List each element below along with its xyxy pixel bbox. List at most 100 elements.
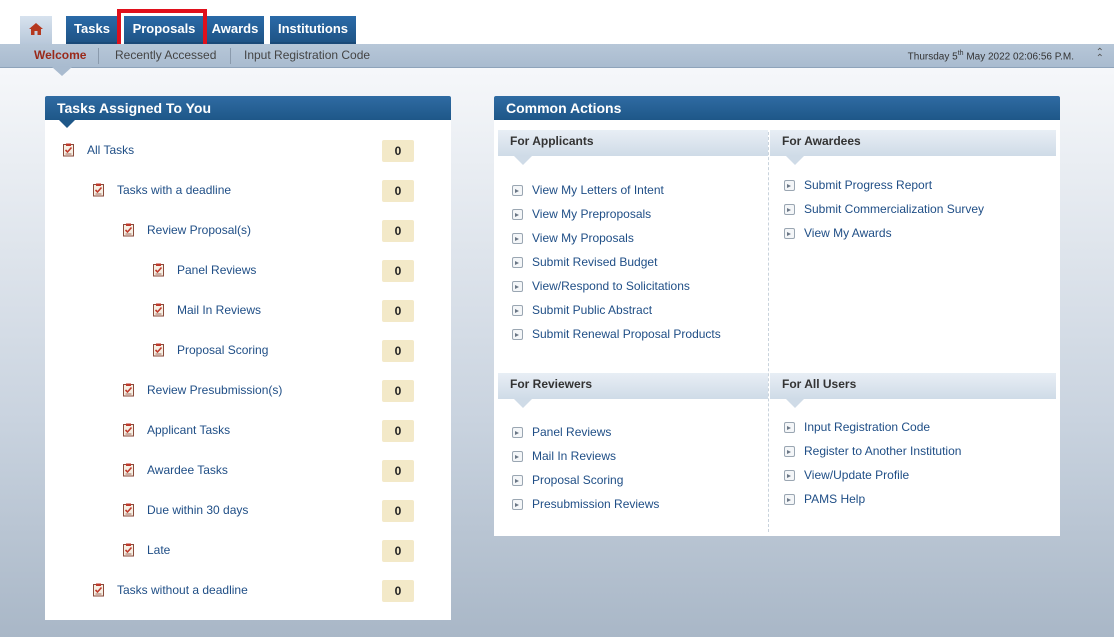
link-label: View My Awards bbox=[804, 226, 892, 240]
column-divider bbox=[768, 132, 769, 532]
link-label: Submit Revised Budget bbox=[532, 255, 658, 269]
tasks-panel-header: Tasks Assigned To You bbox=[45, 96, 451, 128]
task-row: Tasks with a deadline 0 bbox=[45, 180, 451, 205]
task-link[interactable]: Applicant Tasks bbox=[147, 423, 230, 437]
link-label: Mail In Reviews bbox=[532, 449, 617, 463]
sub-navigation: Welcome Recently Accessed Input Registra… bbox=[0, 44, 1114, 68]
arrow-icon bbox=[512, 257, 523, 268]
task-count-badge: 0 bbox=[382, 340, 414, 362]
task-icon bbox=[122, 423, 136, 437]
link-label: Submit Renewal Proposal Products bbox=[532, 327, 721, 341]
task-link[interactable]: Tasks with a deadline bbox=[117, 183, 231, 197]
task-count-badge: 0 bbox=[382, 180, 414, 202]
arrow-icon bbox=[784, 494, 795, 505]
arrow-icon bbox=[512, 475, 523, 486]
link-label: Proposal Scoring bbox=[532, 473, 624, 487]
arrow-icon bbox=[512, 281, 523, 292]
section-notch bbox=[786, 156, 804, 165]
tab-awards[interactable]: Awards bbox=[206, 16, 264, 44]
task-icon bbox=[152, 263, 166, 277]
task-icon bbox=[122, 223, 136, 237]
arrow-icon bbox=[784, 180, 795, 191]
link-label: Panel Reviews bbox=[532, 425, 612, 439]
arrow-icon bbox=[512, 329, 523, 340]
task-count-badge: 0 bbox=[382, 500, 414, 522]
task-count-badge: 0 bbox=[382, 460, 414, 482]
task-link[interactable]: Panel Reviews bbox=[177, 263, 256, 277]
arrow-icon bbox=[512, 185, 523, 196]
home-tab[interactable] bbox=[20, 16, 52, 44]
task-icon bbox=[152, 303, 166, 317]
tab-tasks[interactable]: Tasks bbox=[66, 16, 118, 44]
task-link[interactable]: Review Proposal(s) bbox=[147, 223, 251, 237]
for-reviewers-heading: For Reviewers bbox=[498, 373, 768, 408]
link-label: Submit Public Abstract bbox=[532, 303, 653, 317]
task-row: Late 0 bbox=[45, 540, 451, 565]
header-notch bbox=[59, 120, 75, 128]
section-title: For All Users bbox=[782, 377, 857, 391]
subnav-recently-accessed[interactable]: Recently Accessed bbox=[115, 48, 216, 62]
task-count-badge: 0 bbox=[382, 580, 414, 602]
welcome-pointer bbox=[52, 67, 72, 76]
task-count-badge: 0 bbox=[382, 300, 414, 322]
task-link[interactable]: Review Presubmission(s) bbox=[147, 383, 282, 397]
link-label: Submit Commercialization Survey bbox=[804, 202, 985, 216]
home-icon bbox=[29, 23, 43, 35]
link-label: View My Preproposals bbox=[532, 207, 652, 221]
tasks-panel-title: Tasks Assigned To You bbox=[57, 100, 212, 116]
tab-proposals[interactable]: Proposals bbox=[124, 16, 204, 44]
task-icon bbox=[92, 583, 106, 597]
subnav-divider bbox=[230, 48, 231, 64]
link-label: PAMS Help bbox=[804, 492, 866, 506]
for-applicants-heading: For Applicants bbox=[498, 130, 768, 165]
task-row: Proposal Scoring 0 bbox=[45, 340, 451, 365]
task-row: Tasks without a deadline 0 bbox=[45, 580, 451, 605]
arrow-icon bbox=[512, 427, 523, 438]
task-link[interactable]: Mail In Reviews bbox=[177, 303, 261, 317]
task-row: Review Presubmission(s) 0 bbox=[45, 380, 451, 405]
task-count-badge: 0 bbox=[382, 420, 414, 442]
task-link[interactable]: All Tasks bbox=[87, 143, 134, 157]
collapse-icon[interactable]: ⌃ ⌃ bbox=[1096, 48, 1104, 64]
task-count-badge: 0 bbox=[382, 260, 414, 282]
section-title: For Awardees bbox=[782, 134, 861, 148]
section-notch bbox=[786, 399, 804, 408]
link-label: View/Respond to Solicitations bbox=[532, 279, 690, 293]
subnav-divider bbox=[98, 48, 99, 64]
arrow-icon bbox=[784, 470, 795, 481]
section-title: For Reviewers bbox=[510, 377, 593, 391]
task-icon bbox=[122, 503, 136, 517]
arrow-icon bbox=[784, 204, 795, 215]
subnav-welcome[interactable]: Welcome bbox=[34, 48, 86, 62]
task-icon bbox=[122, 543, 136, 557]
current-datetime: Thursday 5th May 2022 02:06:56 P.M. bbox=[907, 50, 1074, 63]
arrow-icon bbox=[512, 305, 523, 316]
common-actions-title: Common Actions bbox=[506, 100, 622, 116]
task-link[interactable]: Tasks without a deadline bbox=[117, 583, 248, 597]
task-count-badge: 0 bbox=[382, 220, 414, 242]
task-icon bbox=[122, 383, 136, 397]
arrow-icon bbox=[784, 446, 795, 457]
task-link[interactable]: Due within 30 days bbox=[147, 503, 248, 517]
task-link[interactable]: Awardee Tasks bbox=[147, 463, 228, 477]
task-link[interactable]: Late bbox=[147, 543, 170, 557]
link-label: Register to Another Institution bbox=[804, 444, 962, 458]
section-title: For Applicants bbox=[510, 134, 594, 148]
arrow-icon bbox=[512, 451, 523, 462]
task-count-badge: 0 bbox=[382, 540, 414, 562]
section-notch bbox=[514, 399, 532, 408]
for-all-users-heading: For All Users bbox=[770, 373, 1056, 408]
task-link[interactable]: Proposal Scoring bbox=[177, 343, 268, 357]
tab-institutions[interactable]: Institutions bbox=[270, 16, 356, 44]
link-label: View/Update Profile bbox=[804, 468, 910, 482]
task-row: Review Proposal(s) 0 bbox=[45, 220, 451, 245]
for-awardees-heading: For Awardees bbox=[770, 130, 1056, 165]
link-label: Input Registration Code bbox=[804, 420, 931, 434]
subnav-input-registration-code[interactable]: Input Registration Code bbox=[244, 48, 370, 62]
link-label: Submit Progress Report bbox=[804, 178, 933, 192]
task-icon bbox=[62, 143, 76, 157]
link-label: Presubmission Reviews bbox=[532, 497, 660, 511]
top-navigation: Tasks Proposals Awards Institutions bbox=[0, 0, 1114, 49]
arrow-icon bbox=[784, 422, 795, 433]
tasks-assigned-panel: Tasks Assigned To You All Tasks 0 Tasks wi… bbox=[45, 96, 451, 620]
